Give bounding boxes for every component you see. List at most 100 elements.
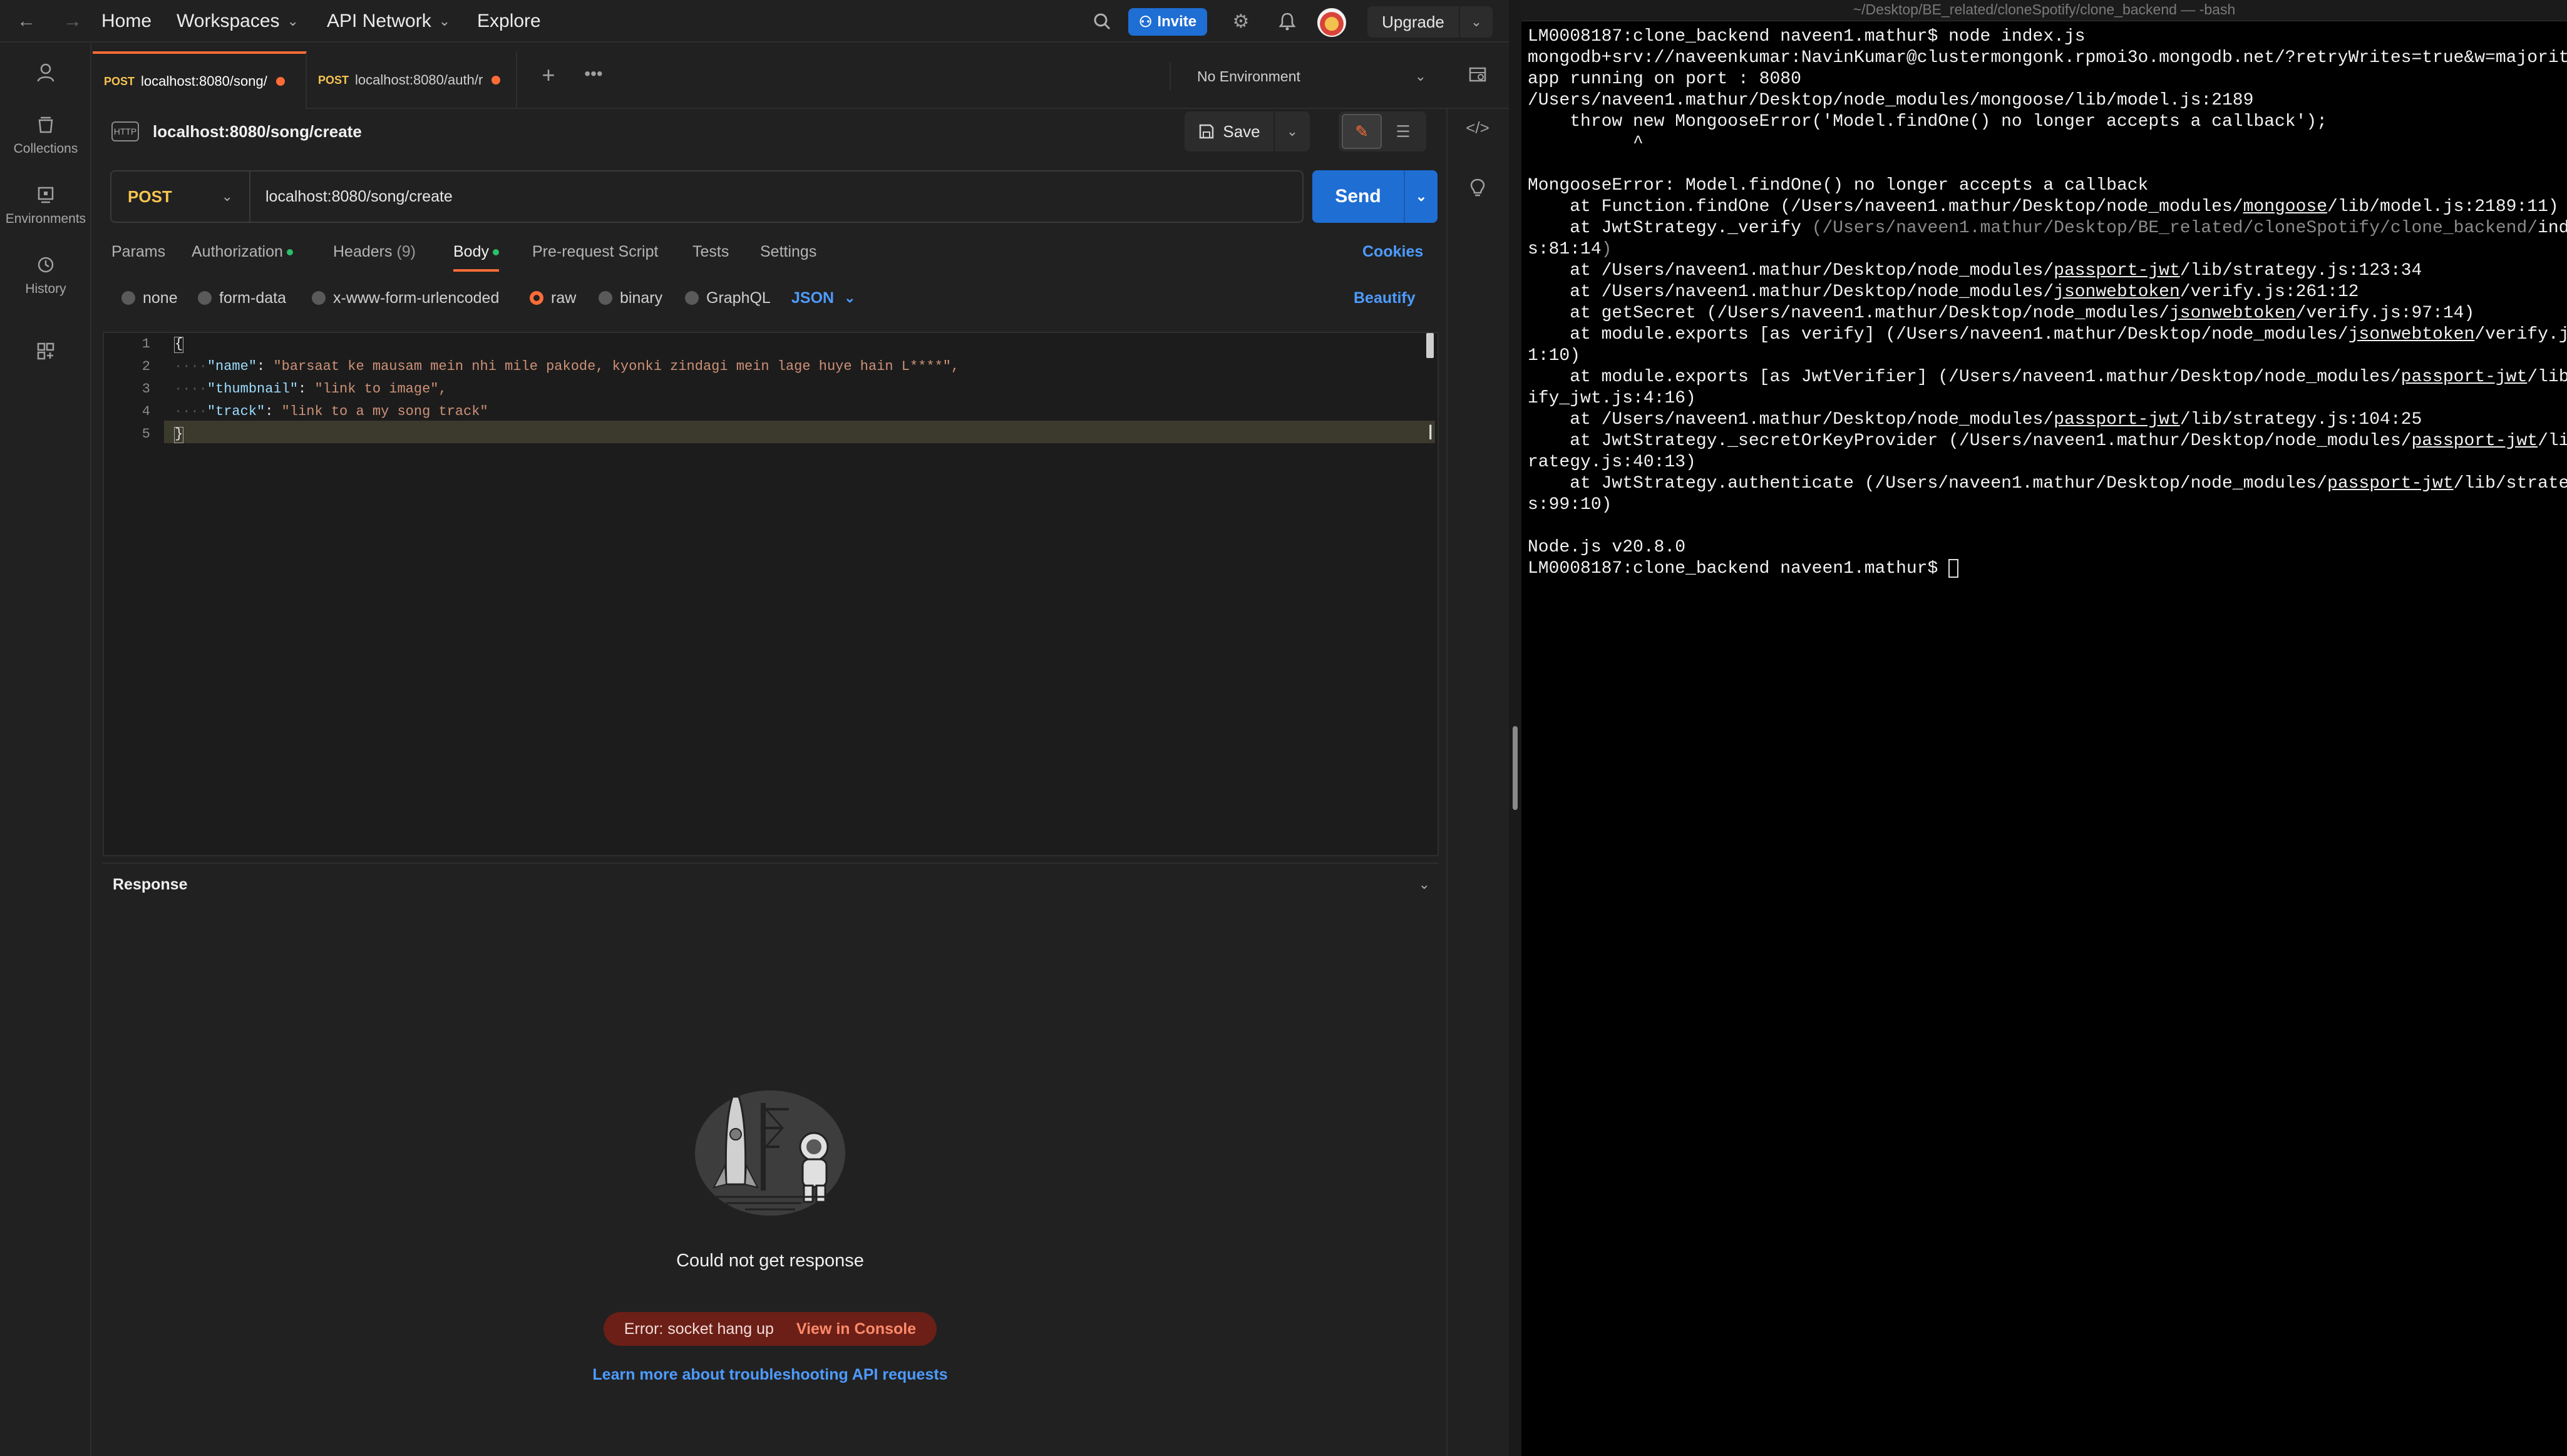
tab-auth[interactable]: POST localhost:8080/auth/r — [307, 51, 517, 109]
terminal-line: MongooseError: Model.findOne() no longer… — [1528, 176, 2149, 195]
tab-authorization[interactable]: Authorization — [192, 239, 293, 272]
tab-label: Headers — [333, 243, 393, 260]
invite-button[interactable]: ⚇ Invite — [1128, 8, 1207, 36]
radio-none[interactable]: none — [121, 285, 178, 310]
json-key: "track" — [207, 404, 265, 419]
sidebar-item-account[interactable] — [0, 63, 91, 89]
gear-icon[interactable]: ⚙ — [1228, 9, 1253, 34]
environment-select[interactable]: No Environment ⌄ — [1170, 63, 1439, 90]
code-line: ····"thumbnail": "link to image", — [174, 381, 447, 397]
chevron-down-icon[interactable]: ⌄ — [1460, 14, 1493, 30]
upgrade-button[interactable]: Upgrade ⌄ — [1367, 6, 1493, 38]
sidebar-item-history[interactable]: History — [0, 255, 91, 297]
save-label: Save — [1223, 121, 1260, 141]
cookies-link[interactable]: Cookies — [1362, 239, 1423, 264]
radio-label: x-www-form-urlencoded — [333, 289, 500, 307]
explore-link[interactable]: Explore — [477, 9, 541, 34]
troubleshooting-link[interactable]: Learn more about troubleshooting API req… — [520, 1366, 1021, 1384]
home-link[interactable]: Home — [101, 9, 152, 34]
url-bar: POST ⌄ — [110, 170, 1304, 223]
search-icon[interactable] — [1089, 9, 1114, 34]
comment-icon[interactable]: ☰ — [1383, 114, 1423, 149]
chevron-down-icon[interactable]: ⌄ — [1405, 188, 1438, 205]
radio-label: form-data — [219, 289, 286, 307]
radio-binary[interactable]: binary — [599, 285, 662, 310]
back-arrow-icon[interactable]: ← — [14, 9, 39, 34]
http-icon: HTTP — [111, 121, 139, 141]
chevron-down-icon: ⌄ — [438, 13, 451, 29]
tab-pre-request-script[interactable]: Pre-request Script — [532, 239, 658, 272]
response-header[interactable]: Response ⌄ — [103, 863, 1439, 905]
terminal-line: throw new MongooseError('Model.findOne()… — [1528, 112, 2328, 131]
line-number: 1 — [141, 336, 150, 352]
save-button[interactable]: Save ⌄ — [1185, 111, 1310, 151]
tab-song-create[interactable]: POST localhost:8080/song/ — [93, 51, 307, 109]
plus-icon[interactable]: + — [536, 62, 561, 88]
tab-method: POST — [104, 74, 135, 88]
postman-window: ← → Home Workspaces ⌄ API Network ⌄ Explor… — [0, 0, 1509, 1456]
open-brace: { — [174, 336, 184, 353]
line-number: 2 — [141, 359, 150, 374]
json-key: "name" — [207, 359, 257, 374]
tab-tests[interactable]: Tests — [692, 239, 729, 272]
unsaved-dot — [491, 76, 501, 85]
tab-label: localhost:8080/song/ — [141, 73, 267, 89]
lightbulb-icon[interactable] — [1465, 175, 1490, 200]
sidebar: Collections Environments History — [0, 43, 91, 1456]
method-select[interactable]: POST ⌄ — [111, 172, 250, 222]
editor-scrollbar[interactable] — [1426, 333, 1434, 358]
code-icon[interactable]: </> — [1465, 115, 1490, 140]
rocket-astronaut-illustration — [695, 1090, 845, 1216]
json-value: "link to image", — [314, 381, 447, 397]
workspaces-menu[interactable]: Workspaces ⌄ — [177, 9, 299, 34]
chevron-down-icon[interactable]: ⌄ — [1419, 876, 1430, 893]
line-number: 5 — [141, 426, 150, 442]
radio-x-www-form-urlencoded[interactable]: x-www-form-urlencoded — [312, 285, 499, 310]
request-title[interactable]: HTTP localhost:8080/song/create — [111, 118, 362, 145]
view-in-console-link[interactable]: View in Console — [796, 1320, 916, 1338]
terminal-prompt: LM0008187:clone_backend naveen1.mathur$ — [1528, 559, 1949, 578]
tab-label: localhost:8080/auth/r — [355, 72, 483, 88]
sidebar-item-apps[interactable] — [0, 342, 91, 368]
json-value: "link to a my song track" — [281, 404, 488, 419]
radio-raw[interactable]: raw — [530, 285, 576, 310]
bell-icon[interactable] — [1275, 9, 1300, 34]
environments-icon — [35, 185, 56, 207]
tab-body[interactable]: Body — [453, 239, 499, 272]
body-editor[interactable]: 1 2 3 4 5 { ····"name": "barsaat ke maus… — [103, 332, 1439, 856]
history-icon — [35, 255, 56, 277]
terminal-line: /Users/naveen1.mathur/Desktop/node_modul… — [1528, 91, 2254, 110]
tab-params[interactable]: Params — [111, 239, 165, 272]
radio-form-data[interactable]: form-data — [198, 285, 286, 310]
tab-headers[interactable]: Headers (9) — [333, 239, 416, 272]
url-input[interactable] — [250, 172, 1302, 222]
body-format-select[interactable]: JSON ⌄ — [791, 285, 856, 310]
sidebar-item-label: History — [25, 282, 66, 296]
terminal-window[interactable]: ~/Desktop/BE_related/cloneSpotify/clone_… — [1521, 0, 2567, 1456]
chevron-down-icon[interactable]: ⌄ — [1275, 123, 1310, 140]
forward-arrow-icon[interactable]: → — [60, 9, 85, 34]
tab-label: Authorization — [192, 243, 283, 260]
add-user-icon: ⚇ — [1138, 13, 1153, 31]
beautify-link[interactable]: Beautify — [1354, 285, 1416, 310]
body-type-options: none form-data x-www-form-urlencoded raw… — [121, 285, 1436, 310]
sidebar-item-collections[interactable]: Collections — [0, 115, 91, 156]
code-line: ····"track": "link to a my song track" — [174, 404, 488, 419]
terminal-title: ~/Desktop/BE_related/cloneSpotify/clone_… — [1521, 0, 2567, 21]
send-label: Send — [1312, 170, 1405, 223]
tab-settings[interactable]: Settings — [760, 239, 816, 272]
error-text: Error: socket hang up — [624, 1320, 774, 1338]
environment-quick-look-icon[interactable] — [1465, 63, 1490, 88]
avatar[interactable] — [1317, 8, 1346, 37]
radio-graphql[interactable]: GraphQL — [685, 285, 771, 310]
send-button[interactable]: Send ⌄ — [1312, 170, 1438, 223]
resize-handle[interactable] — [1513, 726, 1518, 810]
api-network-menu[interactable]: API Network ⌄ — [327, 9, 450, 34]
radio-label: raw — [551, 289, 577, 307]
user-icon — [35, 63, 56, 84]
method-label: POST — [128, 187, 172, 206]
pencil-icon[interactable]: ✎ — [1342, 114, 1382, 149]
more-icon[interactable]: ••• — [581, 61, 606, 86]
sidebar-item-environments[interactable]: Environments — [0, 185, 91, 227]
request-options-tabs: Params Authorization Headers (9) Body Pr… — [111, 239, 1426, 274]
